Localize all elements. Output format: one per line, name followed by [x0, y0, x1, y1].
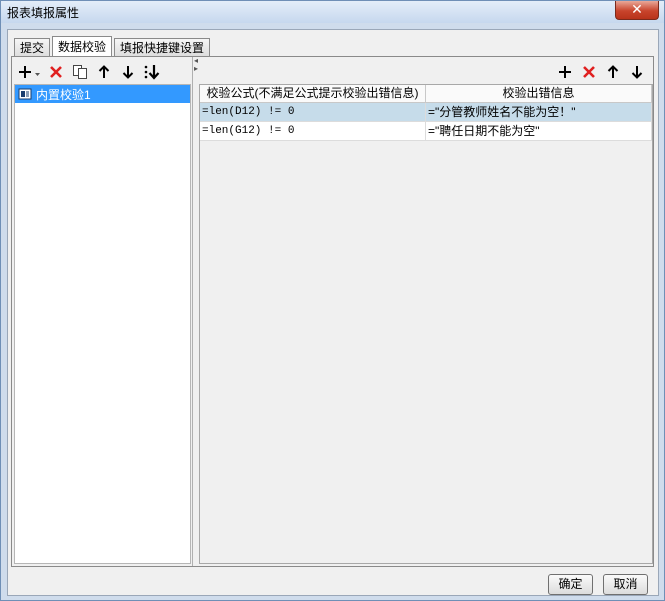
column-header-formula[interactable]: 校验公式(不满足公式提示校验出错信息): [200, 85, 426, 102]
move-down-button[interactable]: [116, 61, 140, 83]
cancel-button[interactable]: 取消: [603, 574, 648, 595]
tab-shortcut-settings[interactable]: 填报快捷键设置: [114, 38, 211, 57]
formula-pane: 校验公式(不满足公式提示校验出错信息) 校验出错信息 =len(D12) != …: [199, 57, 653, 566]
collapse-right-icon: ▸: [194, 64, 199, 73]
formula-cell[interactable]: =len(G12) != 0: [200, 122, 426, 140]
tab-data-validation[interactable]: 数据校验: [52, 36, 113, 58]
title-bar: 报表填报属性 ✕: [1, 1, 664, 23]
tree-item-label: 内置校验1: [36, 87, 91, 102]
arrow-down-icon: [631, 66, 643, 79]
add-row-button[interactable]: [553, 61, 577, 83]
move-to-bottom-button[interactable]: [140, 61, 164, 83]
row-move-up-button[interactable]: [601, 61, 625, 83]
dialog-window: 报表填报属性 ✕ 提交 数据校验 填报快捷键设置 内置校验1 ◂ ▸ 校验公式(…: [0, 0, 665, 601]
copy-button[interactable]: [68, 61, 92, 83]
row-move-down-button[interactable]: [625, 61, 649, 83]
ok-button[interactable]: 确定: [548, 574, 593, 595]
dialog-body: 提交 数据校验 填报快捷键设置 内置校验1 ◂ ▸ 校验公式(不满足公式提示校验…: [7, 29, 659, 596]
left-toolbar: [16, 59, 164, 85]
validation-item-icon: [18, 88, 32, 100]
delete-row-button[interactable]: [577, 61, 601, 83]
close-button[interactable]: ✕: [615, 1, 659, 20]
arrow-up-icon: [607, 65, 619, 78]
tab-submit[interactable]: 提交: [14, 38, 51, 57]
plus-icon: [19, 66, 40, 78]
delete-x-icon: [583, 66, 595, 78]
delete-button[interactable]: [44, 61, 68, 83]
validation-tree: 内置校验1: [14, 84, 191, 564]
table-header: 校验公式(不满足公式提示校验出错信息) 校验出错信息: [200, 85, 652, 103]
table-row[interactable]: =len(G12) != 0 ="聘任日期不能为空": [200, 122, 652, 141]
move-bottom-icon: [144, 65, 160, 80]
message-cell[interactable]: ="聘任日期不能为空": [426, 122, 652, 140]
arrow-up-icon: [98, 65, 110, 78]
formula-table: 校验公式(不满足公式提示校验出错信息) 校验出错信息 =len(D12) != …: [199, 84, 653, 564]
column-header-message[interactable]: 校验出错信息: [426, 85, 652, 102]
move-up-button[interactable]: [92, 61, 116, 83]
table-row[interactable]: =len(D12) != 0 ="分管教师姓名不能为空！": [200, 103, 652, 122]
formula-cell[interactable]: =len(D12) != 0: [200, 103, 426, 121]
add-dropdown-button[interactable]: [16, 61, 44, 83]
tree-item-builtin-validation[interactable]: 内置校验1: [15, 85, 190, 103]
copy-icon: [73, 65, 87, 79]
tab-content-panel: 内置校验1 ◂ ▸ 校验公式(不满足公式提示校验出错信息) 校验出错信息 =le…: [11, 56, 654, 567]
arrow-down-icon: [122, 66, 134, 79]
plus-icon: [559, 66, 571, 78]
tab-strip: 提交 数据校验 填报快捷键设置: [14, 34, 212, 58]
window-title: 报表填报属性: [7, 6, 80, 20]
validation-list-pane: 内置校验1: [12, 57, 193, 566]
right-toolbar: [553, 59, 649, 85]
message-cell[interactable]: ="分管教师姓名不能为空！": [426, 103, 652, 121]
delete-x-icon: [50, 66, 62, 78]
